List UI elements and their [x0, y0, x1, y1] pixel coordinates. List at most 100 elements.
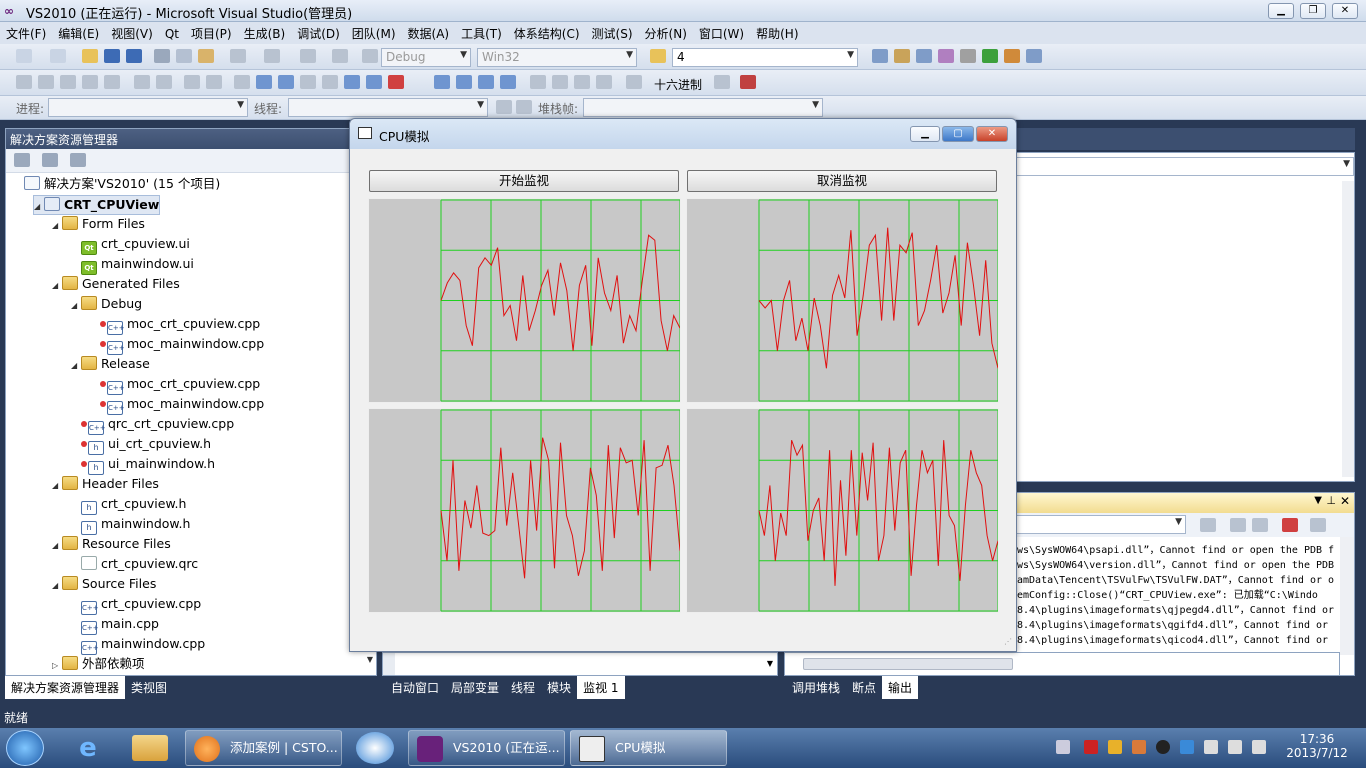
tab-watch-1[interactable]: 监视 1	[577, 676, 625, 699]
command-window-icon[interactable]	[1026, 49, 1042, 63]
comment-icon[interactable]	[184, 75, 200, 89]
task-cpu-sim[interactable]: CPU模拟	[570, 730, 727, 766]
bookmark-doc-icon[interactable]	[366, 75, 382, 89]
task-csto[interactable]: 添加案例 | CSTO...	[185, 730, 342, 766]
task-vs2010[interactable]: VS2010 (正在运...	[408, 730, 565, 766]
clock[interactable]: 17:36 2013/7/12	[1282, 732, 1352, 760]
find-in-files-icon[interactable]	[650, 49, 666, 63]
menu-architecture[interactable]: 体系结构(C)	[508, 22, 586, 42]
collapse-icon[interactable]: ◢	[71, 297, 81, 315]
menu-build[interactable]: 生成(B)	[238, 22, 292, 42]
show-next-statement-icon[interactable]	[530, 75, 546, 89]
media-tray-icon[interactable]	[1084, 740, 1098, 754]
tree-project-node[interactable]: ◢ CRT_CPUView	[33, 195, 161, 215]
collapse-icon[interactable]: ◢	[52, 477, 62, 495]
tree-item[interactable]: C++ moc_crt_cpuview.cpp	[90, 375, 260, 395]
properties-icon[interactable]	[14, 153, 30, 167]
resize-grip-icon[interactable]: ⋰	[1004, 637, 1012, 646]
menu-help[interactable]: 帮助(H)	[750, 22, 804, 42]
stackframe-select[interactable]: ▼	[583, 98, 823, 117]
dialog-maximize-button[interactable]: ▢	[942, 126, 974, 142]
start-debug-icon[interactable]	[362, 49, 378, 63]
start-button[interactable]	[6, 730, 44, 766]
tree-item[interactable]: h mainwindow.h	[71, 515, 190, 535]
tree-item[interactable]: crt_cpuview.qrc	[71, 555, 198, 575]
tree-folder[interactable]: ◢ Header Files	[52, 475, 159, 495]
hex-toggle[interactable]: 十六进制	[654, 76, 702, 93]
tree-folder[interactable]: ◢ Debug	[71, 295, 142, 315]
tree-item[interactable]: C++ moc_crt_cpuview.cpp	[90, 315, 260, 335]
step-over-icon[interactable]	[574, 75, 590, 89]
quick-watch-icon[interactable]	[626, 75, 642, 89]
debug-tool-icon[interactable]	[16, 75, 32, 89]
bookmark-next-icon[interactable]	[278, 75, 294, 89]
tab-output[interactable]: 输出	[882, 676, 919, 699]
object-browser-icon[interactable]	[916, 49, 932, 63]
collapse-icon[interactable]: ◢	[71, 357, 81, 375]
tree-item[interactable]: h ui_crt_cpuview.h	[71, 435, 211, 455]
bookmark-folder-icon[interactable]	[300, 75, 316, 89]
next-message-icon[interactable]	[1252, 518, 1268, 532]
tab-threads[interactable]: 线程	[505, 676, 541, 699]
tab-solution-explorer[interactable]: 解决方案资源管理器	[5, 676, 126, 699]
clear-all-icon[interactable]	[1282, 518, 1298, 532]
tree-folder[interactable]: ◢ Release	[71, 355, 150, 375]
tab-breakpoints[interactable]: 断点	[846, 676, 882, 699]
menu-debug[interactable]: 调试(D)	[291, 22, 346, 42]
navigate-back-icon[interactable]	[300, 49, 316, 63]
bookmark-doc-icon[interactable]	[344, 75, 360, 89]
platform-select[interactable]: Win32 ▼	[477, 48, 637, 67]
menu-view[interactable]: 视图(V)	[105, 22, 159, 42]
media-player-icon[interactable]	[356, 732, 394, 764]
tab-locals[interactable]: 局部变量	[445, 676, 505, 699]
bookmark-icon[interactable]	[234, 75, 250, 89]
cancel-monitor-button[interactable]: 取消监视	[687, 170, 997, 192]
word-wrap-icon[interactable]	[1310, 518, 1326, 532]
view-class-diagram-icon[interactable]	[70, 153, 86, 167]
step-into-icon[interactable]	[552, 75, 568, 89]
break-all-icon[interactable]	[456, 75, 472, 89]
tab-class-view[interactable]: 类视图	[125, 676, 173, 699]
debug-tool-icon[interactable]	[82, 75, 98, 89]
tree-item[interactable]: C++ qrc_crt_cpuview.cpp	[71, 415, 234, 435]
undo-icon[interactable]	[230, 49, 246, 63]
dropdown-icon[interactable]: ▼	[1314, 495, 1322, 506]
start-monitor-button[interactable]: 开始监视	[369, 170, 679, 192]
find-combo[interactable]: 4 ▼	[672, 48, 858, 67]
breakpoints-window-icon[interactable]	[740, 75, 756, 89]
collapse-icon[interactable]: ◢	[52, 537, 62, 555]
tree-item[interactable]: C++ moc_mainwindow.cpp	[90, 395, 264, 415]
stop-icon[interactable]	[478, 75, 494, 89]
menu-team[interactable]: 团队(M)	[346, 22, 402, 42]
chevron-down-icon[interactable]: ▼	[767, 659, 773, 668]
restore-button[interactable]: ❐	[1300, 3, 1326, 19]
menu-project[interactable]: 项目(P)	[185, 22, 238, 42]
save-icon[interactable]	[104, 49, 120, 63]
tree-folder[interactable]: ◢ Resource Files	[52, 535, 171, 555]
extension-manager-icon[interactable]	[982, 49, 998, 63]
tree-folder[interactable]: ◢ Source Files	[52, 575, 156, 595]
menu-edit[interactable]: 编辑(E)	[52, 22, 105, 42]
minimize-button[interactable]: ▁	[1268, 3, 1294, 19]
dialog-minimize-button[interactable]: ▁	[910, 126, 940, 142]
navigate-forward-icon[interactable]	[332, 49, 348, 63]
network-icon[interactable]	[1228, 740, 1242, 754]
tab-autos[interactable]: 自动窗口	[385, 676, 445, 699]
process-select[interactable]: ▼	[48, 98, 248, 117]
collapse-icon[interactable]: ◢	[52, 577, 62, 595]
tree-folder[interactable]: ▷ 外部依赖项	[52, 655, 145, 675]
thread-select[interactable]: ▼	[288, 98, 488, 117]
open-file-icon[interactable]	[82, 49, 98, 63]
security-icon[interactable]	[1180, 740, 1194, 754]
cut-icon[interactable]	[154, 49, 170, 63]
show-all-files-icon[interactable]	[42, 153, 58, 167]
menu-qt[interactable]: Qt	[159, 24, 185, 41]
keyboard-icon[interactable]	[1056, 740, 1070, 754]
tree-item[interactable]: C++ main.cpp	[71, 615, 159, 635]
usb-icon[interactable]	[1204, 740, 1218, 754]
outdent-icon[interactable]	[156, 75, 172, 89]
debug-tool-icon[interactable]	[104, 75, 120, 89]
step-out-icon[interactable]	[596, 75, 612, 89]
shield-icon[interactable]	[1108, 740, 1122, 754]
horizontal-scroll-thumb[interactable]	[803, 658, 1013, 670]
